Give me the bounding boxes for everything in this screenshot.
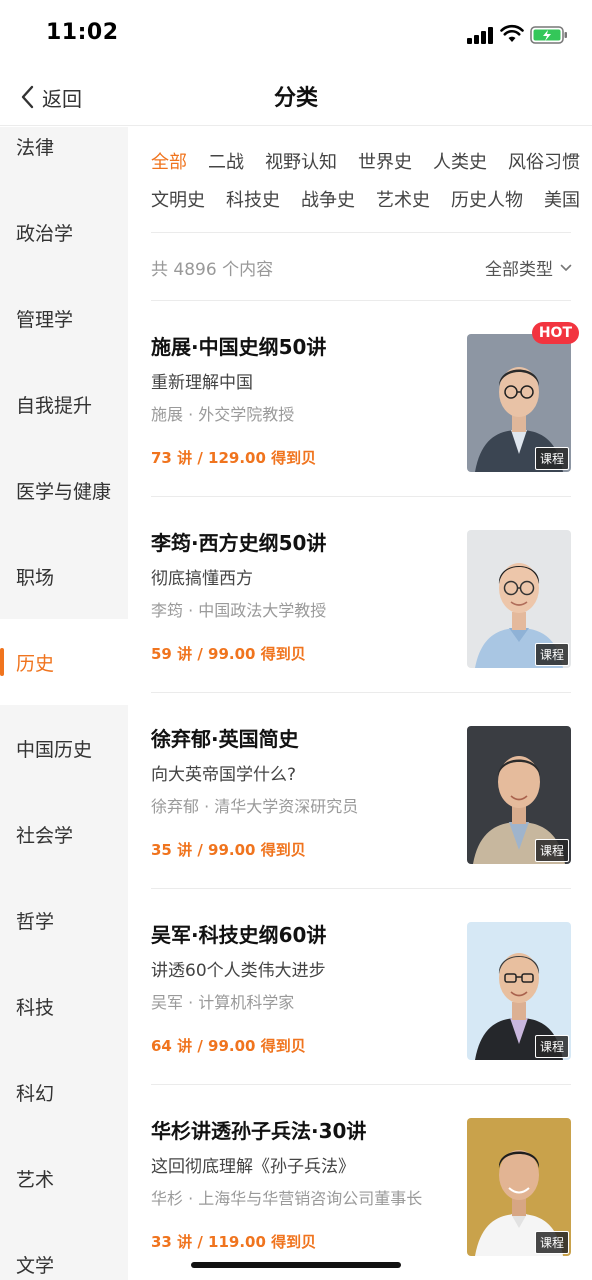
tag-historical-figures[interactable]: 历史人物 <box>451 186 523 212</box>
course-thumbnail: 课程 <box>467 922 571 1060</box>
course-card[interactable]: 华杉讲透孙子兵法·30讲 这回彻底理解《孙子兵法》 华杉 · 上海华与华营销咨询… <box>151 1085 571 1280</box>
course-author: 吴军 · 计算机科学家 <box>151 993 295 1012</box>
course-author: 华杉 · 上海华与华营销咨询公司董事长 <box>151 1189 423 1208</box>
course-type-tag: 课程 <box>534 447 569 470</box>
result-count: 共 4896 个内容 <box>151 260 274 280</box>
course-subtitle: 向大英帝国学什么? <box>151 765 297 785</box>
course-card[interactable]: 施展·中国史纲50讲 重新理解中国 施展 · 外交学院教授 73 讲 / 129… <box>151 301 579 497</box>
sidebar-item-medicine-health[interactable]: 医学与健康 <box>0 447 128 533</box>
tag-vision-cognition[interactable]: 视野认知 <box>265 148 337 174</box>
page-title: 分类 <box>273 86 318 111</box>
course-price: 35 讲 / 99.00 得到贝 <box>151 841 306 859</box>
course-price: 64 讲 / 99.00 得到贝 <box>151 1037 306 1055</box>
category-sidebar[interactable]: 法律 政治学 管理学 自我提升 医学与健康 职场 历史 中国历史 社会学 哲学 … <box>0 127 128 1280</box>
tag-all[interactable]: 全部 <box>151 148 187 174</box>
cellular-signal-icon <box>467 26 495 44</box>
tag-customs[interactable]: 风俗习惯 <box>508 148 580 174</box>
sidebar-item-sociology[interactable]: 社会学 <box>0 791 128 877</box>
navigation-bar: 返回 分类 <box>0 70 592 126</box>
home-indicator <box>191 1262 401 1268</box>
course-title: 李筠·西方史纲50讲 <box>151 531 327 555</box>
course-author: 李筠 · 中国政法大学教授 <box>151 601 327 620</box>
course-price: 73 讲 / 129.00 得到贝 <box>151 449 317 467</box>
course-card[interactable]: 吴军·科技史纲60讲 讲透60个人类伟大进步 吴军 · 计算机科学家 64 讲 … <box>151 889 571 1085</box>
course-subtitle: 这回彻底理解《孙子兵法》 <box>151 1157 355 1177</box>
course-type-tag: 课程 <box>534 1035 569 1058</box>
course-price: 59 讲 / 99.00 得到贝 <box>151 645 306 663</box>
sidebar-item-history[interactable]: 历史 <box>0 619 128 705</box>
main-content: 全部 二战 视野认知 世界史 人类史 风俗习惯 文明史 科技史 战争史 艺术史 历史人物 美国 共 … <box>128 127 592 1280</box>
course-card[interactable]: 徐弃郁·英国简史 向大英帝国学什么? 徐弃郁 · 清华大学资深研究员 35 讲 … <box>151 693 571 889</box>
battery-charging-icon <box>530 26 568 44</box>
course-title: 徐弃郁·英国简史 <box>151 727 299 751</box>
tag-row-1: 全部 二战 视野认知 世界史 人类史 风俗习惯 <box>151 148 592 174</box>
course-thumbnail: 课程 <box>467 1118 571 1256</box>
tag-human-history[interactable]: 人类史 <box>433 148 487 174</box>
tag-war-history[interactable]: 战争史 <box>301 186 355 212</box>
course-subtitle: 彻底搞懂西方 <box>151 569 253 589</box>
course-card[interactable]: 李筠·西方史纲50讲 彻底搞懂西方 李筠 · 中国政法大学教授 59 讲 / 9… <box>151 497 571 693</box>
tag-tech-history[interactable]: 科技史 <box>226 186 280 212</box>
sidebar-item-self-improvement[interactable]: 自我提升 <box>0 361 128 447</box>
course-subtitle: 讲透60个人类伟大进步 <box>151 961 326 981</box>
sidebar-item-sci-fi[interactable]: 科幻 <box>0 1049 128 1135</box>
tag-usa[interactable]: 美国 <box>544 186 580 212</box>
course-type-tag: 课程 <box>534 1231 569 1254</box>
sidebar-item-philosophy[interactable]: 哲学 <box>0 877 128 963</box>
type-filter-label: 全部类型 <box>485 260 553 280</box>
course-type-tag: 课程 <box>534 643 569 666</box>
course-thumbnail: 课程 <box>467 530 571 668</box>
course-thumbnail: 课程 <box>467 334 571 472</box>
course-author: 徐弃郁 · 清华大学资深研究员 <box>151 797 359 816</box>
tag-ww2[interactable]: 二战 <box>208 148 244 174</box>
tag-row-2: 文明史 科技史 战争史 艺术史 历史人物 美国 <box>151 186 592 212</box>
hot-badge: HOT <box>531 322 579 344</box>
sidebar-item-art[interactable]: 艺术 <box>0 1135 128 1221</box>
course-author: 施展 · 外交学院教授 <box>151 405 295 424</box>
course-price: 33 讲 / 119.00 得到贝 <box>151 1233 317 1251</box>
course-title: 施展·中国史纲50讲 <box>151 335 327 359</box>
sidebar-item-chinese-history[interactable]: 中国历史 <box>0 705 128 791</box>
sidebar-item-technology[interactable]: 科技 <box>0 963 128 1049</box>
status-bar: 11:02 <box>0 0 592 70</box>
sidebar-item-political-science[interactable]: 政治学 <box>0 189 128 275</box>
course-title: 华杉讲透孙子兵法·30讲 <box>151 1119 367 1143</box>
tag-world-history[interactable]: 世界史 <box>358 148 412 174</box>
course-subtitle: 重新理解中国 <box>151 373 253 393</box>
sidebar-item-career[interactable]: 职场 <box>0 533 128 619</box>
divider <box>151 232 571 233</box>
course-title: 吴军·科技史纲60讲 <box>151 923 327 947</box>
type-filter-dropdown[interactable]: 全部类型 <box>485 255 572 280</box>
sidebar-item-literature[interactable]: 文学 <box>0 1221 128 1280</box>
course-type-tag: 课程 <box>534 839 569 862</box>
chevron-down-icon <box>560 264 572 271</box>
sidebar-item-law[interactable]: 法律 <box>0 127 128 189</box>
tag-civilization-history[interactable]: 文明史 <box>151 186 205 212</box>
sidebar-item-management[interactable]: 管理学 <box>0 275 128 361</box>
status-time: 11:02 <box>46 20 119 45</box>
wifi-icon <box>500 24 524 44</box>
course-thumbnail: 课程 <box>467 726 571 864</box>
tag-art-history[interactable]: 艺术史 <box>376 186 430 212</box>
